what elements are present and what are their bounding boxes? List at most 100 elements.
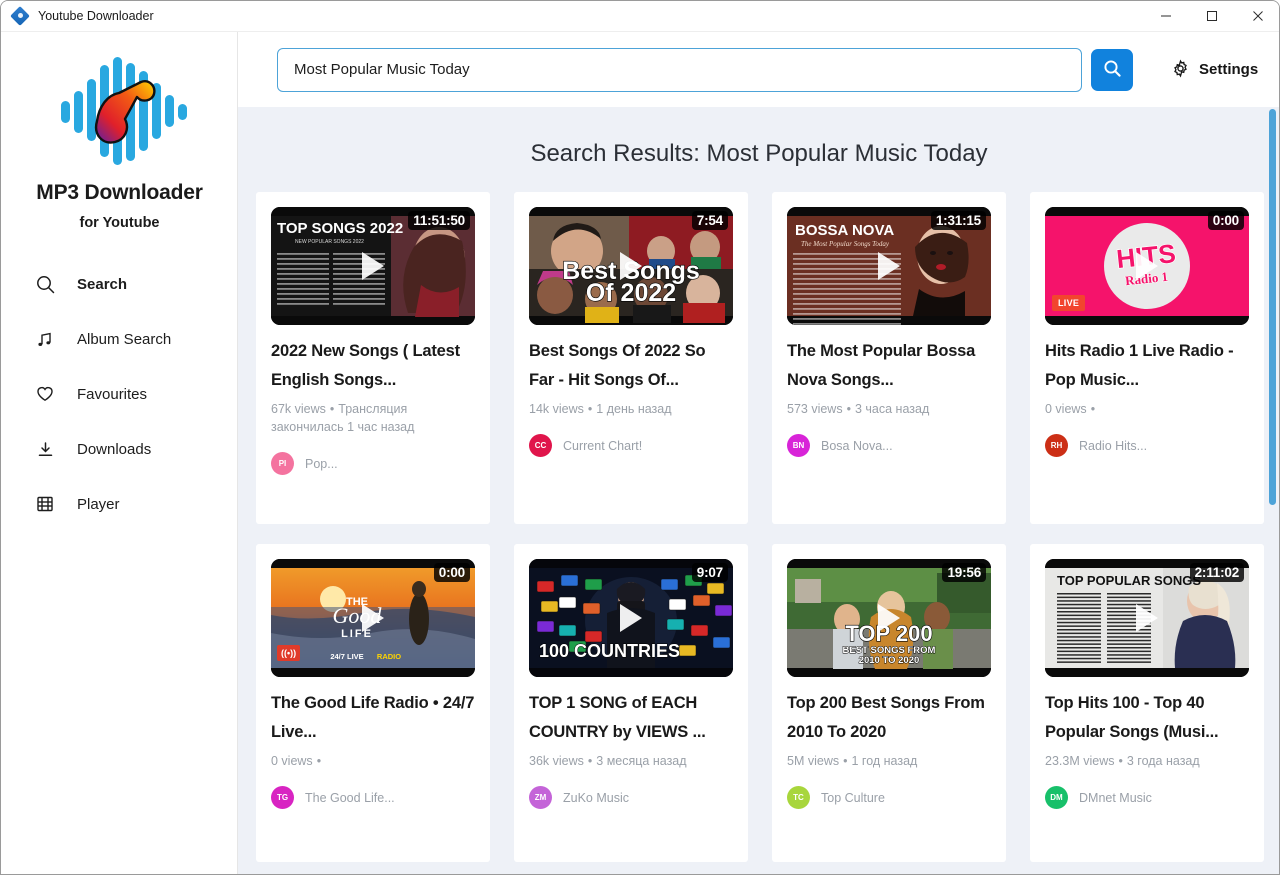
mp3-downloader-logo-icon <box>60 57 187 165</box>
view-count: 0 views <box>271 754 313 768</box>
svg-text:24/7 LIVE: 24/7 LIVE <box>330 652 363 661</box>
play-icon[interactable] <box>878 604 900 632</box>
results-grid: TOP SONGS 2022 NEW POPULAR SONGS 2022 11:5… <box>253 192 1265 862</box>
video-thumbnail[interactable]: THE Good LIFE 24/7 LIVE RADIO 0:00 ((•)) <box>271 559 475 677</box>
search-input[interactable] <box>277 47 1082 92</box>
sidebar-item-label: Downloads <box>77 440 152 458</box>
top-bar: Settings <box>238 32 1279 107</box>
svg-text:BOSSA NOVA: BOSSA NOVA <box>795 222 894 239</box>
video-title[interactable]: 2022 New Songs ( Latest English Songs... <box>271 337 475 395</box>
play-icon[interactable] <box>620 604 642 632</box>
channel-row[interactable]: CC Current Chart! <box>529 434 733 457</box>
video-thumbnail[interactable]: BOSSA NOVA The Most Popular Songs Today 1:… <box>787 207 991 325</box>
video-card[interactable]: HITS Radio 1 0:00 LIVE Hits Radio 1 Live Rad… <box>1030 192 1264 524</box>
video-card[interactable]: Best Songs Of 2022 7:54 Best Songs Of 2022 … <box>514 192 748 524</box>
sidebar-item-album-search[interactable]: Album Search <box>2 318 237 360</box>
play-icon[interactable] <box>1136 604 1158 632</box>
video-thumbnail[interactable]: TOP POPULAR SONGS 2:11:02 <box>1045 559 1249 677</box>
view-count: 5M views <box>787 754 840 768</box>
video-thumbnail[interactable]: Best Songs Of 2022 7:54 <box>529 207 733 325</box>
svg-text:100 COUNTRIES: 100 COUNTRIES <box>539 641 680 661</box>
download-icon <box>34 438 56 460</box>
video-meta: 0 views • <box>271 752 475 770</box>
channel-row[interactable]: ZM ZuKo Music <box>529 786 733 809</box>
sidebar-item-downloads[interactable]: Downloads <box>2 428 237 470</box>
live-badge: LIVE <box>1052 295 1086 311</box>
video-thumbnail[interactable]: TOP SONGS 2022 NEW POPULAR SONGS 2022 11:5… <box>271 207 475 325</box>
play-icon[interactable] <box>362 252 384 280</box>
avatar: PI <box>271 452 294 475</box>
settings-button[interactable]: Settings <box>1171 58 1258 81</box>
channel-row[interactable]: BN Bosa Nova... <box>787 434 991 457</box>
sidebar-item-label: Album Search <box>77 330 172 348</box>
sidebar-item-label: Player <box>77 495 120 513</box>
video-title[interactable]: The Good Life Radio • 24/7 Live... <box>271 689 475 747</box>
sidebar-item-search[interactable]: Search <box>2 263 237 305</box>
play-icon[interactable] <box>1136 252 1158 280</box>
video-card[interactable]: THE Good LIFE 24/7 LIVE RADIO 0:00 ((•)) The Go… <box>256 544 490 862</box>
channel-row[interactable]: TG The Good Life... <box>271 786 475 809</box>
video-meta: 5M views • 1 год назад <box>787 752 991 770</box>
duration-badge: 11:51:50 <box>408 211 470 230</box>
video-meta: 0 views • <box>1045 400 1249 418</box>
film-grid-icon <box>34 493 56 515</box>
video-title[interactable]: TOP 1 SONG of EACH COUNTRY by VIEWS ... <box>529 689 733 747</box>
meta-separator: • <box>846 402 851 416</box>
video-title[interactable]: Top Hits 100 - Top 40 Popular Songs (Mus… <box>1045 689 1249 747</box>
duration-badge: 1:31:15 <box>930 211 986 230</box>
svg-text:TOP SONGS 2022: TOP SONGS 2022 <box>277 220 403 237</box>
play-icon[interactable] <box>362 604 384 632</box>
video-title[interactable]: The Most Popular Bossa Nova Songs... <box>787 337 991 395</box>
video-title[interactable]: Hits Radio 1 Live Radio - Pop Music... <box>1045 337 1249 395</box>
video-card[interactable]: TOP 200 BEST SONGS FROM 2010 TO 2020 19:56 T… <box>772 544 1006 862</box>
play-icon[interactable] <box>620 252 642 280</box>
video-card[interactable]: 100 COUNTRIES 9:07 TOP 1 SONG of EACH COUN… <box>514 544 748 862</box>
channel-name: The Good Life... <box>305 790 395 805</box>
video-meta: 573 views • 3 часа назад <box>787 400 991 418</box>
app-logo-icon <box>10 5 30 26</box>
video-age: 3 года назад <box>1126 754 1200 768</box>
meta-separator: • <box>587 754 593 768</box>
sidebar-item-label: Search <box>77 275 128 293</box>
duration-badge: 0:00 <box>433 563 470 582</box>
video-thumbnail[interactable]: TOP 200 BEST SONGS FROM 2010 TO 2020 19:56 <box>787 559 991 677</box>
avatar: RH <box>1045 434 1068 457</box>
channel-name: DMnet Music <box>1079 790 1152 805</box>
maximize-icon[interactable] <box>1189 1 1235 32</box>
minimize-icon[interactable] <box>1143 1 1189 32</box>
duration-badge: 0:00 <box>1207 211 1244 230</box>
video-thumbnail[interactable]: 100 COUNTRIES 9:07 <box>529 559 733 677</box>
channel-row[interactable]: PI Pop... <box>271 452 475 475</box>
channel-row[interactable]: TC Top Culture <box>787 786 991 809</box>
avatar: ZM <box>529 786 552 809</box>
avatar: DM <box>1045 786 1068 809</box>
close-icon[interactable] <box>1235 1 1279 32</box>
sidebar-item-player[interactable]: Player <box>2 483 237 525</box>
video-title[interactable]: Best Songs Of 2022 So Far - Hit Songs Of… <box>529 337 733 395</box>
video-card[interactable]: TOP POPULAR SONGS 2:11:02 Top Hits 100 - T… <box>1030 544 1264 862</box>
channel-name: Radio Hits... <box>1079 438 1148 453</box>
scrollbar-thumb[interactable] <box>1269 109 1276 505</box>
view-count: 0 views <box>1045 402 1087 416</box>
radio-badge: ((•)) <box>277 645 301 661</box>
meta-separator: • <box>1118 754 1123 768</box>
heart-icon <box>34 383 56 405</box>
video-card[interactable]: BOSSA NOVA The Most Popular Songs Today 1:… <box>772 192 1006 524</box>
title-bar: Youtube Downloader <box>1 1 1279 32</box>
svg-text:TOP POPULAR SONGS: TOP POPULAR SONGS <box>1057 573 1201 588</box>
channel-row[interactable]: DM DMnet Music <box>1045 786 1249 809</box>
sidebar-item-favourites[interactable]: Favourites <box>2 373 237 415</box>
avatar: TC <box>787 786 810 809</box>
duration-badge: 7:54 <box>691 211 728 230</box>
duration-badge: 19:56 <box>942 563 986 582</box>
brand-block: MP3 Downloader for Youtube <box>2 49 237 231</box>
search-button[interactable] <box>1091 48 1133 91</box>
video-thumbnail[interactable]: HITS Radio 1 0:00 LIVE <box>1045 207 1249 325</box>
meta-separator: • <box>843 754 848 768</box>
play-icon[interactable] <box>878 252 900 280</box>
video-card[interactable]: TOP SONGS 2022 NEW POPULAR SONGS 2022 11:5… <box>256 192 490 524</box>
gear-icon <box>1171 58 1190 81</box>
channel-row[interactable]: RH Radio Hits... <box>1045 434 1249 457</box>
sidebar-nav: Search Album Search Favourites Downloads… <box>2 263 237 525</box>
video-title[interactable]: Top 200 Best Songs From 2010 To 2020 <box>787 689 991 747</box>
